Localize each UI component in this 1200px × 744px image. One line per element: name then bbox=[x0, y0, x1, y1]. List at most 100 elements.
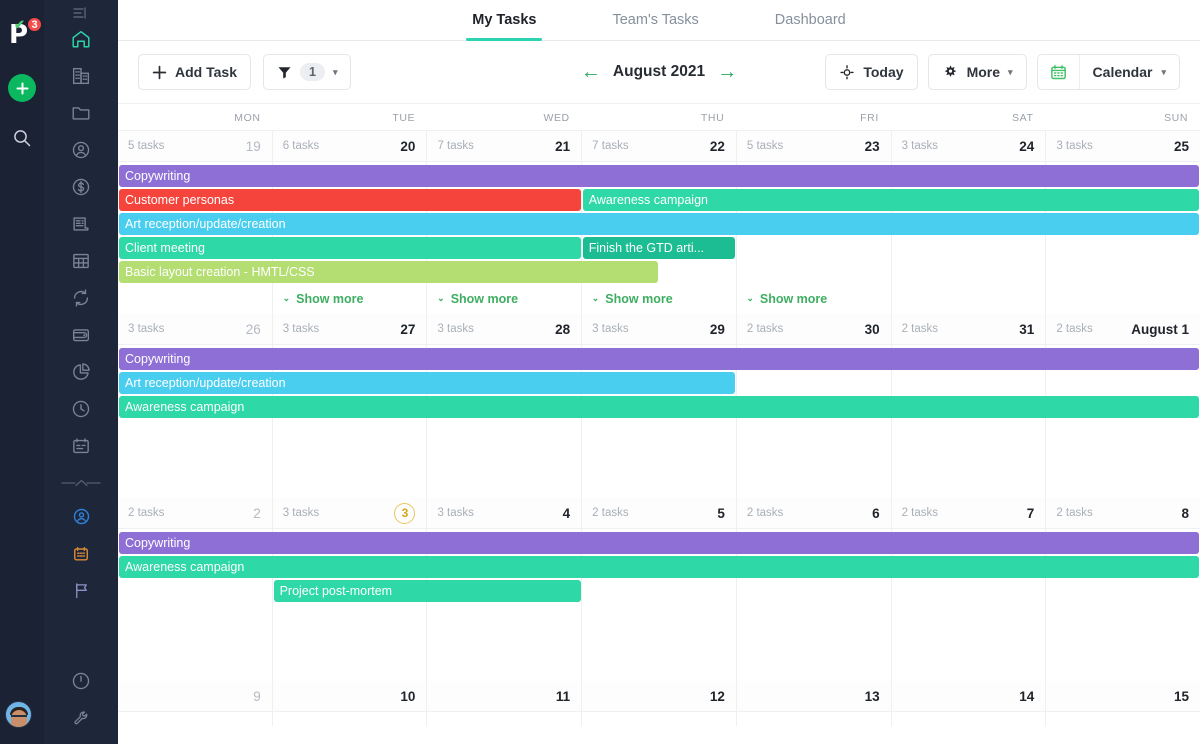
app-logo[interactable]: P ✔ 3 bbox=[5, 18, 39, 50]
week-day-numbers: 2 tasks23 tasks33 tasks42 tasks52 tasks6… bbox=[118, 498, 1200, 529]
calendar-event[interactable]: Client meeting bbox=[119, 237, 581, 259]
show-more-link[interactable]: ⌄Show more bbox=[283, 292, 364, 306]
calendar-event[interactable]: Art reception/update/creation bbox=[119, 372, 735, 394]
calendar-event[interactable]: Copywriting bbox=[119, 532, 1199, 554]
day-cell[interactable]: 7 tasks21 bbox=[427, 131, 582, 161]
day-cell[interactable]: 6 tasks20 bbox=[273, 131, 428, 161]
calendar-event[interactable]: Awareness campaign bbox=[119, 396, 1199, 418]
main-content: My Tasks Team's Tasks Dashboard Add Task… bbox=[118, 0, 1200, 744]
day-number: 15 bbox=[1174, 689, 1189, 704]
toolbar: Add Task 1 ▾ ← August 2021 → Today bbox=[118, 41, 1200, 104]
day-cell[interactable]: 2 tasks2 bbox=[118, 498, 273, 528]
day-cell[interactable]: 2 tasks30 bbox=[737, 314, 892, 344]
day-cell[interactable]: 7 tasks22 bbox=[582, 131, 737, 161]
chevron-down-icon: ▾ bbox=[1161, 67, 1166, 78]
calendar-event[interactable]: Copywriting bbox=[119, 165, 1199, 187]
chevron-up-collapse-icon[interactable] bbox=[58, 470, 104, 496]
calendar-event[interactable]: Basic layout creation - HMTL/CSS bbox=[119, 261, 658, 283]
pie-chart-icon[interactable] bbox=[58, 353, 104, 390]
notification-badge[interactable]: 3 bbox=[26, 16, 43, 33]
day-cell[interactable]: 15 bbox=[1046, 681, 1200, 711]
user-avatar[interactable] bbox=[5, 701, 32, 728]
calendar-event[interactable]: Customer personas bbox=[119, 189, 581, 211]
calendar-event[interactable]: Art reception/update/creation bbox=[119, 213, 1199, 235]
tab-my-tasks[interactable]: My Tasks bbox=[466, 0, 542, 40]
show-more-link[interactable]: ⌄Show more bbox=[746, 292, 827, 306]
today-button[interactable]: Today bbox=[825, 54, 917, 90]
day-cell[interactable]: 14 bbox=[892, 681, 1047, 711]
day-cell[interactable]: 10 bbox=[273, 681, 428, 711]
day-cell[interactable]: 2 tasksAugust 1 bbox=[1046, 314, 1200, 344]
day-cell[interactable]: 11 bbox=[427, 681, 582, 711]
power-icon[interactable] bbox=[58, 662, 104, 699]
add-task-button[interactable]: Add Task bbox=[138, 54, 251, 90]
table-grid-icon[interactable] bbox=[58, 242, 104, 279]
clock-icon[interactable] bbox=[58, 390, 104, 427]
calendar-event[interactable]: Copywriting bbox=[119, 348, 1199, 370]
calendar-event[interactable]: Project post-mortem bbox=[274, 580, 581, 602]
day-cell[interactable]: 2 tasks5 bbox=[582, 498, 737, 528]
add-task-label: Add Task bbox=[175, 64, 237, 80]
calendar-event[interactable]: Awareness campaign bbox=[119, 556, 1199, 578]
calendar-event[interactable]: Finish the GTD arti... bbox=[583, 237, 736, 259]
user-circle-blue-icon[interactable] bbox=[58, 498, 104, 535]
more-button[interactable]: More ▾ bbox=[928, 54, 1027, 90]
search-button[interactable] bbox=[8, 124, 36, 152]
day-cell[interactable]: 5 tasks19 bbox=[118, 131, 273, 161]
add-new-button[interactable] bbox=[8, 74, 36, 102]
flag-icon[interactable] bbox=[58, 572, 104, 609]
prev-month-arrow-icon[interactable]: ← bbox=[581, 62, 601, 82]
tab-dashboard[interactable]: Dashboard bbox=[769, 0, 852, 40]
show-more-label: Show more bbox=[605, 292, 672, 306]
office-building-icon[interactable] bbox=[58, 57, 104, 94]
dow-wed: WED bbox=[427, 104, 582, 130]
day-cell[interactable]: 2 tasks31 bbox=[892, 314, 1047, 344]
day-cell[interactable]: 2 tasks6 bbox=[737, 498, 892, 528]
day-number: 2 bbox=[253, 506, 261, 521]
day-cell[interactable]: 13 bbox=[737, 681, 892, 711]
wrench-icon[interactable] bbox=[58, 699, 104, 736]
calendar-orange-icon[interactable] bbox=[58, 535, 104, 572]
next-month-arrow-icon[interactable]: → bbox=[717, 62, 737, 82]
tab-teams-tasks[interactable]: Team's Tasks bbox=[606, 0, 704, 40]
refresh-icon[interactable] bbox=[58, 279, 104, 316]
calendar-notes-icon[interactable] bbox=[58, 427, 104, 464]
day-cell[interactable]: 3 tasks4 bbox=[427, 498, 582, 528]
day-cell[interactable]: 9 bbox=[118, 681, 273, 711]
week-events: CopywritingAwareness campaignProject pos… bbox=[118, 529, 1200, 681]
show-more-link[interactable]: ⌄Show more bbox=[437, 292, 518, 306]
dollar-circle-icon[interactable] bbox=[58, 168, 104, 205]
calendar-week: 2 tasks23 tasks33 tasks42 tasks52 tasks6… bbox=[118, 498, 1200, 681]
day-cell[interactable]: 3 tasks3 bbox=[273, 498, 428, 528]
day-cell[interactable]: 2 tasks8 bbox=[1046, 498, 1200, 528]
user-circle-icon[interactable] bbox=[58, 131, 104, 168]
day-number: 12 bbox=[710, 689, 725, 704]
calendar-view-dropdown[interactable]: Calendar ▾ bbox=[1080, 64, 1179, 80]
gear-icon bbox=[942, 64, 959, 81]
folder-icon[interactable] bbox=[58, 94, 104, 131]
calendar-icon-button[interactable] bbox=[1038, 55, 1080, 89]
day-cell[interactable]: 3 tasks26 bbox=[118, 314, 273, 344]
show-more-link[interactable]: ⌄Show more bbox=[592, 292, 673, 306]
day-number: 9 bbox=[253, 689, 261, 704]
day-cell[interactable]: 12 bbox=[582, 681, 737, 711]
day-cell[interactable]: 2 tasks7 bbox=[892, 498, 1047, 528]
day-cell[interactable]: 5 tasks23 bbox=[737, 131, 892, 161]
day-cell[interactable]: 3 tasks27 bbox=[273, 314, 428, 344]
calendar-event[interactable]: Awareness campaign bbox=[583, 189, 1199, 211]
invoice-icon[interactable] bbox=[58, 205, 104, 242]
search-icon bbox=[12, 128, 32, 148]
day-cell[interactable]: 3 tasks25 bbox=[1046, 131, 1200, 161]
day-task-count: 2 tasks bbox=[902, 507, 938, 519]
wallet-icon[interactable] bbox=[58, 316, 104, 353]
day-cell[interactable]: 3 tasks29 bbox=[582, 314, 737, 344]
show-more-label: Show more bbox=[451, 292, 518, 306]
home-icon[interactable] bbox=[58, 20, 104, 57]
calendar-view-selector: Calendar ▾ bbox=[1037, 54, 1180, 90]
show-more-row: ⌄Show more ⌄Show more ⌄Show more ⌄Show more bbox=[118, 288, 1200, 306]
filter-button[interactable]: 1 ▾ bbox=[263, 54, 351, 90]
day-cell[interactable]: 3 tasks24 bbox=[892, 131, 1047, 161]
day-cell[interactable]: 3 tasks28 bbox=[427, 314, 582, 344]
collapse-panel-icon[interactable] bbox=[73, 6, 89, 24]
day-task-count: 5 tasks bbox=[747, 140, 783, 152]
